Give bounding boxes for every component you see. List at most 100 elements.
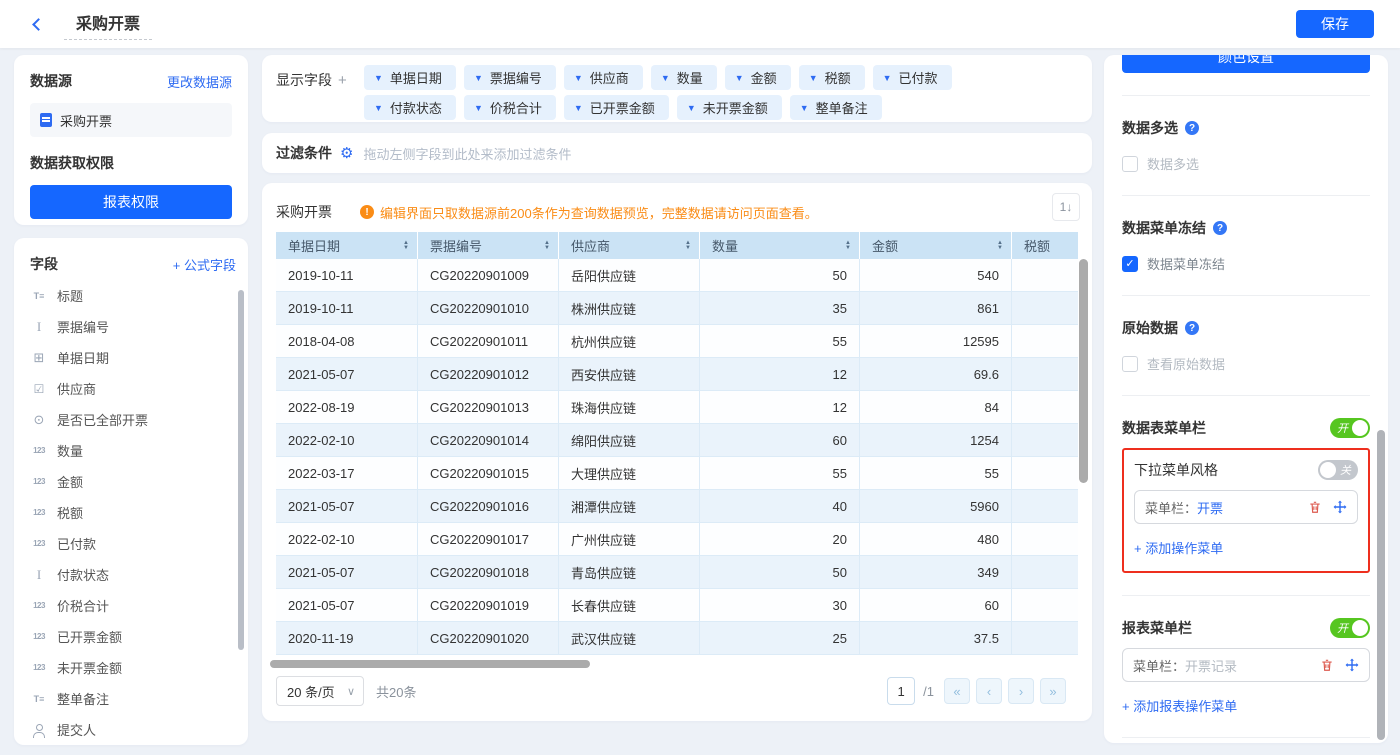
chevron-down-icon[interactable]: ▼ xyxy=(474,73,483,83)
display-field-chip[interactable]: ▼ 票据编号 xyxy=(464,65,556,90)
menu-bar-value[interactable]: 开票记录 xyxy=(1185,656,1237,675)
add-formula-field-link[interactable]: + 公式字段 xyxy=(173,255,236,274)
field-type-icon xyxy=(30,722,48,738)
top-bar: 采购开票 保存 xyxy=(0,0,1400,48)
chevron-down-icon[interactable]: ▼ xyxy=(800,103,809,113)
help-icon[interactable]: ? xyxy=(1185,121,1199,135)
chevron-down-icon[interactable]: ▼ xyxy=(374,103,383,113)
field-item[interactable]: 提交人 xyxy=(30,714,236,745)
move-drag-icon[interactable] xyxy=(1333,500,1347,514)
display-field-chip[interactable]: ▼ 已开票金额 xyxy=(564,95,669,120)
table-row: 2019-10-11 CG20220901010 株洲供应链 35 861 xyxy=(276,292,1078,325)
chevron-down-icon[interactable]: ▼ xyxy=(661,73,670,83)
column-header-qty[interactable]: 数量 xyxy=(700,232,860,259)
delete-trash-icon[interactable] xyxy=(1320,658,1334,672)
prev-page-button[interactable]: ‹ xyxy=(976,678,1002,704)
column-header-tax[interactable]: 税额 xyxy=(1012,232,1078,259)
display-field-chip[interactable]: ▼ 供应商 xyxy=(564,65,643,90)
add-action-menu-link[interactable]: + 添加操作菜单 xyxy=(1134,538,1223,557)
settings-scrollbar[interactable] xyxy=(1377,430,1385,740)
display-field-chip[interactable]: ▼ 未开票金额 xyxy=(677,95,782,120)
field-item[interactable]: 已付款 xyxy=(30,528,236,559)
fields-scrollbar[interactable] xyxy=(238,290,244,650)
field-type-icon xyxy=(30,629,48,645)
display-field-chip[interactable]: ▼ 税额 xyxy=(799,65,865,90)
field-item[interactable]: 价税合计 xyxy=(30,590,236,621)
display-field-chip[interactable]: ▼ 付款状态 xyxy=(364,95,456,120)
cell-date: 2021-05-07 xyxy=(276,556,418,589)
table-vertical-scrollbar[interactable] xyxy=(1079,259,1088,483)
field-item[interactable]: 已开票金额 xyxy=(30,621,236,652)
display-field-chip[interactable]: ▼ 价税合计 xyxy=(464,95,556,120)
column-header-supplier[interactable]: 供应商 xyxy=(559,232,700,259)
display-field-chip[interactable]: ▼ 单据日期 xyxy=(364,65,456,90)
sort-order-button[interactable]: 1↓ xyxy=(1052,193,1080,221)
sort-arrows-icon xyxy=(685,241,691,251)
field-item[interactable]: 金额 xyxy=(30,466,236,497)
field-label: 是否已全部开票 xyxy=(57,410,148,429)
field-item[interactable]: 未开票金额 xyxy=(30,652,236,683)
add-display-field-button[interactable]: + xyxy=(338,72,347,89)
chevron-down-icon[interactable]: ▼ xyxy=(574,73,583,83)
help-icon[interactable]: ? xyxy=(1213,221,1227,235)
back-button[interactable] xyxy=(24,10,52,38)
cell-date: 2022-03-17 xyxy=(276,457,418,490)
datasource-item[interactable]: 采购开票 xyxy=(30,103,232,137)
chevron-down-icon[interactable]: ▼ xyxy=(574,103,583,113)
raw-data-checkbox[interactable]: 查看原始数据 xyxy=(1122,354,1370,373)
cell-no: CG20220901018 xyxy=(418,556,559,589)
next-page-button[interactable]: › xyxy=(1008,678,1034,704)
menu-bar-value-link[interactable]: 开票 xyxy=(1197,498,1223,517)
field-item[interactable]: 付款状态 xyxy=(30,559,236,590)
chevron-down-icon[interactable]: ▼ xyxy=(687,103,696,113)
delete-trash-icon[interactable] xyxy=(1308,500,1322,514)
report-menu-toggle[interactable]: 开 xyxy=(1330,618,1370,638)
chevron-down-icon[interactable]: ▼ xyxy=(735,73,744,83)
field-item[interactable]: 整单备注 xyxy=(30,683,236,714)
display-field-chip[interactable]: ▼ 数量 xyxy=(651,65,717,90)
cell-qty: 12 xyxy=(700,358,860,391)
display-field-chip[interactable]: ▼ 整单备注 xyxy=(790,95,882,120)
display-field-chip[interactable]: ▼ 已付款 xyxy=(873,65,952,90)
field-item[interactable]: 标题 xyxy=(30,280,236,311)
add-report-action-menu-link[interactable]: + 添加报表操作菜单 xyxy=(1122,696,1237,715)
page-title[interactable]: 采购开票 xyxy=(64,8,152,40)
save-button[interactable]: 保存 xyxy=(1296,10,1374,38)
dropdown-style-toggle[interactable]: 关 xyxy=(1318,460,1358,480)
filter-settings-gear-icon[interactable]: ⚙ xyxy=(340,144,353,162)
current-page-input[interactable]: 1 xyxy=(887,677,915,705)
change-datasource-link[interactable]: 更改数据源 xyxy=(167,72,232,91)
color-settings-button[interactable]: 颜色设置 xyxy=(1122,55,1370,73)
report-permission-button[interactable]: 报表权限 xyxy=(30,185,232,219)
column-header-date[interactable]: 单据日期 xyxy=(276,232,418,259)
field-type-icon xyxy=(30,381,48,397)
table-horizontal-scrollbar[interactable] xyxy=(270,660,590,668)
cell-qty: 35 xyxy=(700,292,860,325)
field-item[interactable]: 供应商 xyxy=(30,373,236,404)
display-field-chip[interactable]: ▼ 金额 xyxy=(725,65,791,90)
page-size-select[interactable]: 20 条/页 ∨ xyxy=(276,676,364,706)
field-item[interactable]: 票据编号 xyxy=(30,311,236,342)
field-item[interactable]: 单据日期 xyxy=(30,342,236,373)
column-header-amount[interactable]: 金额 xyxy=(860,232,1012,259)
chip-label: 单据日期 xyxy=(390,68,442,87)
chevron-down-icon[interactable]: ▼ xyxy=(883,73,892,83)
column-header-label: 单据日期 xyxy=(288,236,340,255)
menu-freeze-title: 数据菜单冻结 xyxy=(1122,218,1206,238)
field-item[interactable]: 税额 xyxy=(30,497,236,528)
help-icon[interactable]: ? xyxy=(1185,321,1199,335)
field-item[interactable]: 数量 xyxy=(30,435,236,466)
first-page-button[interactable]: « xyxy=(944,678,970,704)
table-menu-toggle[interactable]: 开 xyxy=(1330,418,1370,438)
field-label: 税额 xyxy=(57,503,83,522)
multi-select-checkbox[interactable]: 数据多选 xyxy=(1122,154,1370,173)
column-header-no[interactable]: 票据编号 xyxy=(418,232,559,259)
chevron-down-icon[interactable]: ▼ xyxy=(809,73,818,83)
move-drag-icon[interactable] xyxy=(1345,658,1359,672)
menu-freeze-checkbox[interactable]: 数据菜单冻结 xyxy=(1122,254,1370,273)
last-page-button[interactable]: » xyxy=(1040,678,1066,704)
filter-dropzone[interactable]: 拖动左侧字段到此处来添加过滤条件 xyxy=(363,144,571,163)
chevron-down-icon[interactable]: ▼ xyxy=(374,73,383,83)
field-item[interactable]: 是否已全部开票 xyxy=(30,404,236,435)
chevron-down-icon[interactable]: ▼ xyxy=(474,103,483,113)
